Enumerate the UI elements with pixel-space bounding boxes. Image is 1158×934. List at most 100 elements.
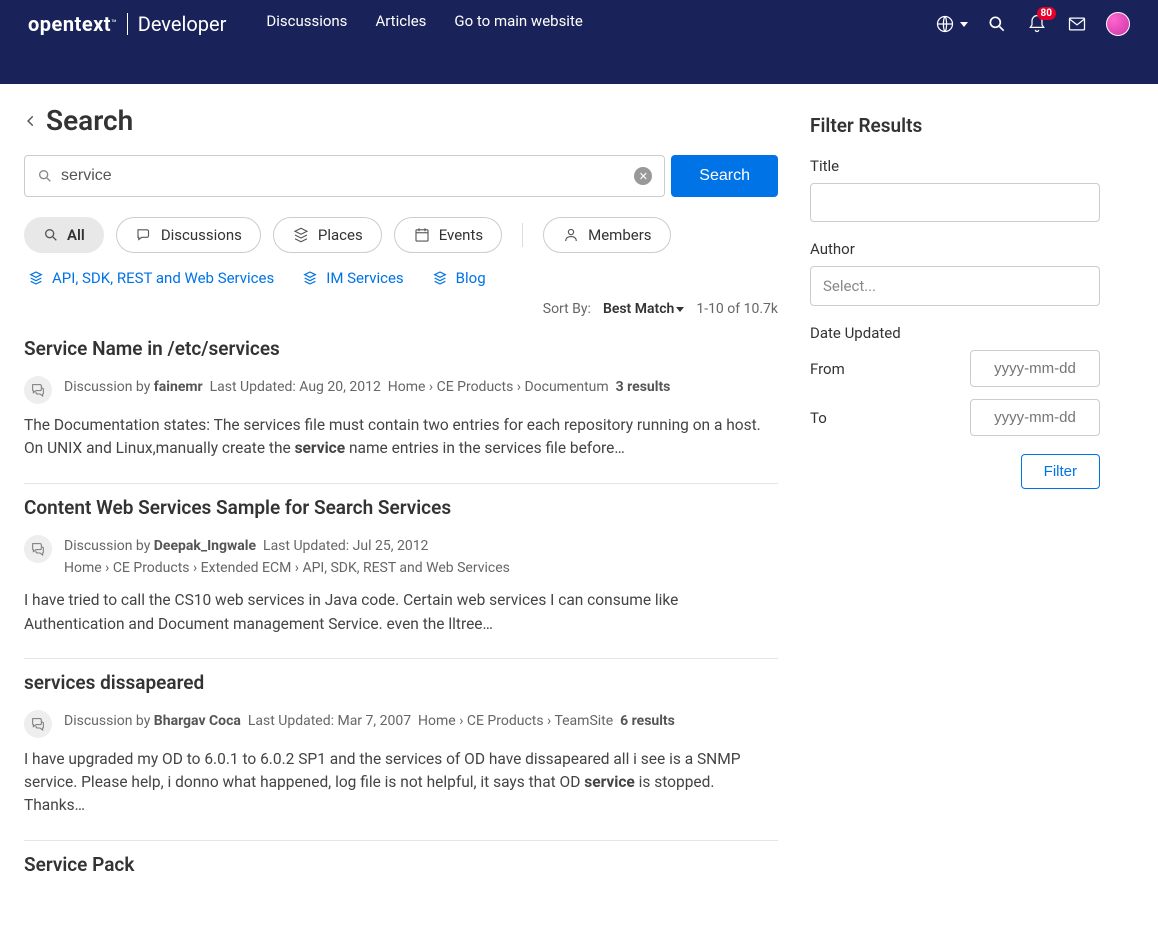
discussion-icon [24, 376, 52, 404]
messages-icon[interactable] [1066, 13, 1088, 35]
nav-main-site[interactable]: Go to main website [454, 12, 582, 30]
filter-author-select[interactable]: Select... [810, 266, 1100, 306]
date-to-input[interactable] [970, 399, 1100, 436]
search-button[interactable]: Search [671, 155, 778, 197]
result-meta-row: Discussion by Deepak_Ingwale Last Update… [24, 535, 778, 580]
filter-group-title: Title [810, 157, 1100, 222]
brand-main: opentext [28, 12, 111, 36]
result-title[interactable]: Service Pack [24, 853, 778, 876]
date-to-row: To [810, 399, 1100, 436]
result-title[interactable]: Service Name in /etc/services [24, 337, 778, 360]
cat-label: IM Services [326, 269, 403, 287]
content-column: Search ✕ Search All Discussions Places [0, 104, 810, 914]
pill-separator [522, 223, 523, 247]
search-row: ✕ Search [24, 155, 778, 197]
language-selector[interactable] [934, 13, 968, 35]
pill-label: Discussions [161, 226, 242, 244]
chevron-down-icon [960, 22, 968, 27]
stack-icon [302, 270, 318, 286]
brand-sub: Developer [138, 12, 227, 36]
brand-separator [127, 13, 128, 35]
chat-icon [135, 226, 153, 244]
search-icon [37, 168, 53, 184]
notification-badge: 80 [1037, 7, 1056, 20]
date-from-label: From [810, 360, 845, 378]
cat-api[interactable]: API, SDK, REST and Web Services [28, 269, 274, 287]
pill-label: Members [588, 226, 651, 244]
top-header: opentext™ Developer Discussions Articles… [0, 0, 1158, 84]
stack-icon [292, 226, 310, 244]
notifications-icon[interactable]: 80 [1026, 13, 1048, 35]
filter-pills: All Discussions Places Events Members [24, 217, 778, 253]
date-from-row: From [810, 350, 1100, 387]
pill-members[interactable]: Members [543, 217, 670, 253]
chevron-down-icon [676, 307, 684, 312]
sort-dropdown[interactable]: Best Match [603, 301, 684, 317]
discussion-icon [24, 535, 52, 563]
sort-value-text: Best Match [603, 301, 674, 317]
pill-events[interactable]: Events [394, 217, 502, 253]
back-chevron-icon[interactable] [24, 112, 38, 130]
cat-im[interactable]: IM Services [302, 269, 403, 287]
result-snippet: I have upgraded my OD to 6.0.1 to 6.0.2 … [24, 748, 778, 818]
apply-filter-button[interactable]: Filter [1021, 454, 1100, 489]
search-input[interactable] [53, 167, 634, 185]
result-title[interactable]: services dissapeared [24, 671, 778, 694]
results-list: Service Name in /etc/services Discussion … [24, 333, 778, 914]
result-meta-row: Discussion by Bhargav Coca Last Updated:… [24, 710, 778, 738]
category-links: API, SDK, REST and Web Services IM Servi… [24, 269, 778, 287]
stack-icon [28, 270, 44, 286]
result-meta: Discussion by Bhargav Coca Last Updated:… [64, 710, 675, 732]
search-result: Service Pack [24, 840, 778, 914]
date-from-input[interactable] [970, 350, 1100, 387]
header-search-icon[interactable] [986, 13, 1008, 35]
result-snippet: The Documentation states: The services f… [24, 414, 778, 461]
main-area: Search ✕ Search All Discussions Places [0, 84, 1158, 934]
result-meta-row: Discussion by fainemr Last Updated: Aug … [24, 376, 778, 404]
search-result: Content Web Services Sample for Search S… [24, 483, 778, 658]
person-icon [562, 226, 580, 244]
user-avatar[interactable] [1106, 12, 1130, 36]
result-title[interactable]: Content Web Services Sample for Search S… [24, 496, 778, 519]
result-count: 1-10 of 10.7k [696, 301, 778, 317]
header-right: 80 [934, 12, 1130, 36]
page-header: Search [24, 104, 778, 137]
date-to-label: To [810, 409, 827, 427]
cat-blog[interactable]: Blog [432, 269, 486, 287]
pill-label: Places [318, 226, 363, 244]
cat-label: Blog [456, 269, 486, 287]
nav-articles[interactable]: Articles [375, 12, 426, 30]
filter-sidebar: Filter Results Title Author Select... Da… [810, 104, 1120, 914]
filter-group-author: Author Select... [810, 240, 1100, 306]
pill-discussions[interactable]: Discussions [116, 217, 261, 253]
filter-group-date: Date Updated From To [810, 324, 1100, 436]
cat-label: API, SDK, REST and Web Services [52, 269, 274, 287]
pill-places[interactable]: Places [273, 217, 382, 253]
filter-button-row: Filter [810, 454, 1100, 489]
clear-search-icon[interactable]: ✕ [634, 167, 652, 185]
result-meta: Discussion by fainemr Last Updated: Aug … [64, 376, 670, 398]
pill-label: Events [439, 226, 483, 244]
filter-title-input[interactable] [810, 183, 1100, 222]
page-title: Search [46, 104, 133, 137]
pill-all[interactable]: All [24, 217, 104, 253]
result-snippet: I have tried to call the CS10 web servic… [24, 589, 778, 636]
result-meta: Discussion by Deepak_Ingwale Last Update… [64, 535, 510, 580]
calendar-icon [413, 226, 431, 244]
brand-tm: ™ [111, 19, 117, 29]
filter-author-label: Author [810, 240, 1100, 258]
pill-label: All [67, 226, 85, 244]
search-result: services dissapeared Discussion by Bharga… [24, 658, 778, 840]
search-input-wrap: ✕ [24, 155, 665, 197]
sort-row: Sort By: Best Match 1-10 of 10.7k [24, 301, 778, 317]
search-icon [43, 227, 59, 243]
search-result: Service Name in /etc/services Discussion … [24, 333, 778, 483]
sort-label: Sort By: [543, 301, 591, 317]
filter-date-label: Date Updated [810, 324, 1100, 342]
brand-logo[interactable]: opentext™ Developer [28, 12, 226, 36]
stack-icon [432, 270, 448, 286]
filter-heading: Filter Results [810, 114, 1100, 137]
discussion-icon [24, 710, 52, 738]
globe-icon [934, 13, 956, 35]
nav-discussions[interactable]: Discussions [266, 12, 347, 30]
